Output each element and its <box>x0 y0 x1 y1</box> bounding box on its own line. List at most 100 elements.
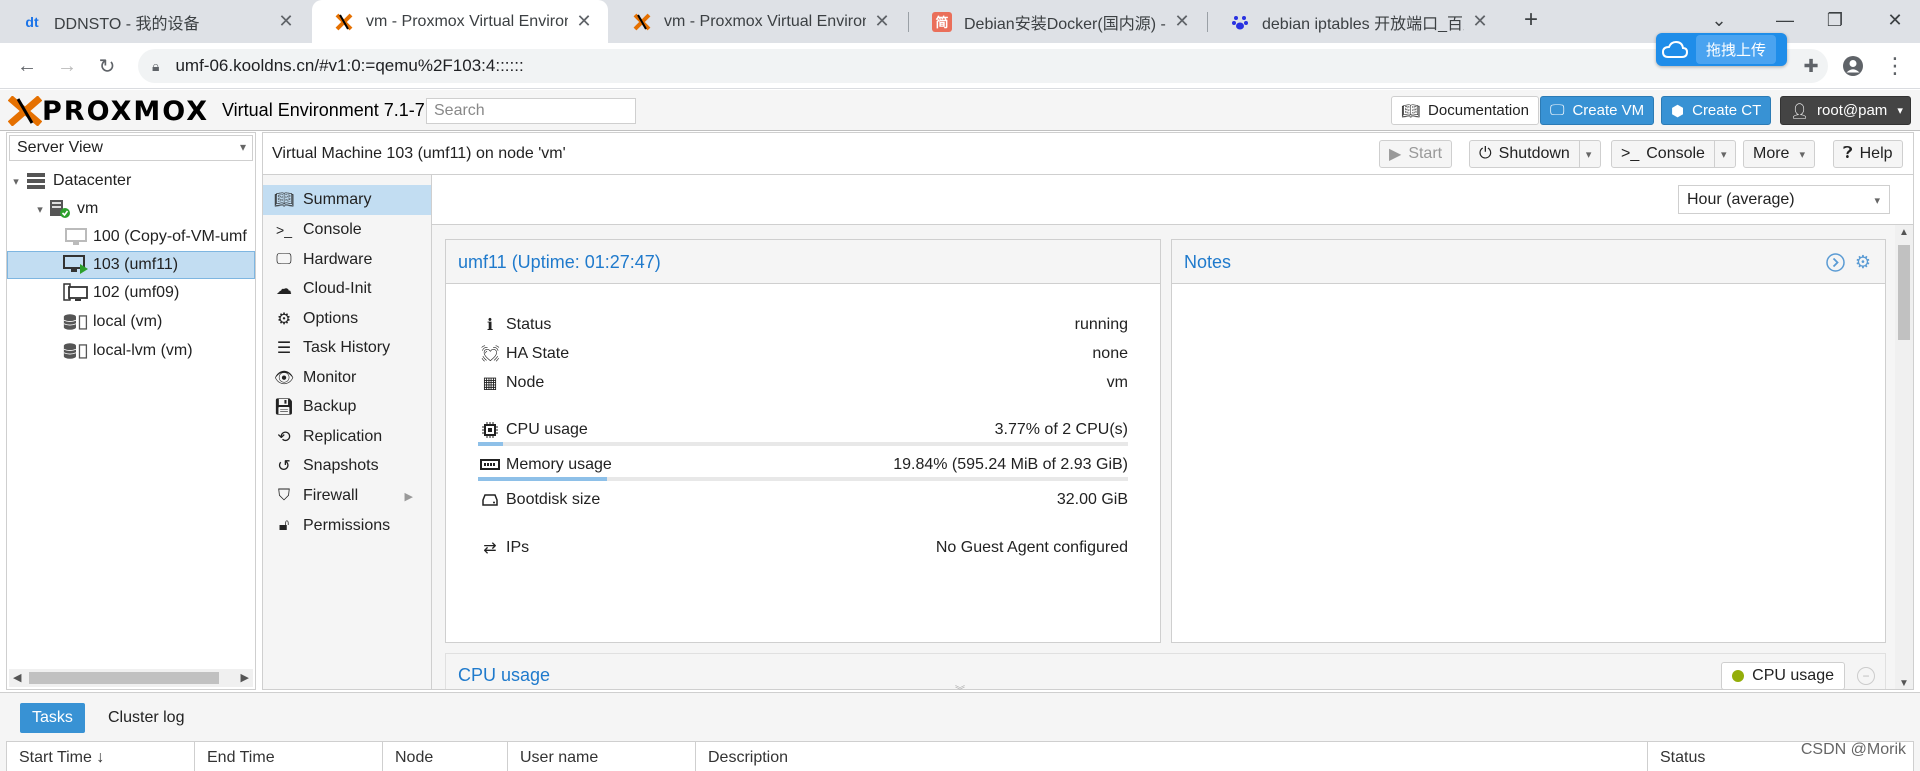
tree-node-vm-102[interactable]: 102 (umf09) <box>7 279 255 307</box>
nav-console[interactable]: >_ Console <box>263 215 431 245</box>
timeframe-bar: Hour (average) ▾ <box>432 175 1913 225</box>
browser-tab-title: vm - Proxmox Virtual Environm <box>664 12 866 30</box>
collapse-minus-icon[interactable]: − <box>1857 667 1875 685</box>
console-button[interactable]: >_ Console ▾ <box>1611 140 1737 168</box>
profile-avatar-icon[interactable] <box>1836 49 1870 83</box>
more-button[interactable]: More ▾ <box>1743 140 1815 168</box>
scroll-up-arrow-icon[interactable]: ▲ <box>1899 227 1909 238</box>
power-icon: ⏻ <box>1479 145 1492 162</box>
expand-arrow-icon[interactable]: ▶ <box>405 490 413 503</box>
nav-options[interactable]: ⚙ Options <box>263 304 431 334</box>
create-vm-button[interactable]: 🖵︎ Create VM <box>1540 96 1655 125</box>
nav-firewall[interactable]: ⛉ Firewall ▶ <box>263 481 431 511</box>
play-icon: ▶ <box>1389 146 1402 163</box>
timeframe-value: Hour (average) <box>1687 190 1795 208</box>
browser-tab-ddnsto[interactable]: dt DDNSTO - 我的设备 ✕ <box>0 0 310 43</box>
browser-tab-jianshu[interactable]: 简 Debian安装Docker(国内源) - 简 ✕ <box>910 0 1206 43</box>
panel-splitter-handle[interactable]: ︾ <box>930 687 990 697</box>
building-icon: ▦ <box>482 375 498 392</box>
nav-hardware[interactable]: 🖵︎ Hardware <box>263 245 431 275</box>
collapse-chevron-icon[interactable]: ▾ <box>33 203 47 216</box>
url-omnibox[interactable]: 🔒︎ umf-06.kooldns.cn/#v1:0:=qemu%2F103:4… <box>138 49 1828 83</box>
column-end-time[interactable]: End Time <box>195 742 383 771</box>
close-window-button[interactable]: ✕ <box>1870 0 1920 40</box>
status-panel: umf11 (Uptime: 01:27:47) ℹ Status runnin… <box>445 239 1161 643</box>
user-menu-button[interactable]: 👤︎ root@pam ▾ <box>1780 96 1911 125</box>
server-view-select[interactable]: Server View ▾ <box>9 135 253 161</box>
scrollbar-thumb[interactable] <box>29 672 219 684</box>
reload-icon[interactable]: ↻ <box>90 49 124 83</box>
column-node[interactable]: Node <box>383 742 508 771</box>
nav-backup[interactable]: 💾︎ Backup <box>263 392 431 422</box>
tree-node-vm-103-selected[interactable]: 103 (umf11) <box>7 251 255 279</box>
collapse-chevron-icon[interactable]: ▾ <box>9 175 23 188</box>
browser-tab-title: vm - Proxmox Virtual Environm <box>366 12 568 30</box>
tasks-grid-header: Start Time ↓ End Time Node User name Des… <box>6 741 1914 771</box>
maximize-window-button[interactable]: ❐ <box>1810 0 1860 40</box>
column-user-name[interactable]: User name <box>508 742 696 771</box>
nav-task-history[interactable]: ☰ Task History <box>263 333 431 363</box>
drag-upload-widget[interactable]: 拖拽上传 <box>1656 33 1787 66</box>
documentation-button[interactable]: 📖︎ Documentation <box>1391 96 1539 125</box>
scroll-left-arrow-icon[interactable]: ◀ <box>13 671 21 684</box>
chevron-down-icon[interactable]: ▾ <box>1713 141 1726 167</box>
column-description[interactable]: Description <box>696 742 1648 771</box>
back-arrow-icon[interactable]: ← <box>10 49 44 83</box>
close-tab-icon[interactable]: ✕ <box>574 11 594 32</box>
create-ct-button[interactable]: ⬢ Create CT <box>1661 96 1772 125</box>
tree-node-storage-local-lvm[interactable]: local-lvm (vm) <box>7 337 255 365</box>
collapse-circle-icon[interactable] <box>1825 252 1845 272</box>
vm-running-monitor-icon <box>63 255 89 275</box>
pve-header-bar: PROXMOX Virtual Environment 7.1-7 📖︎ Doc… <box>0 90 1920 131</box>
forward-arrow-icon[interactable]: → <box>50 49 84 83</box>
new-tab-button[interactable]: + <box>1506 0 1556 40</box>
help-button[interactable]: ❓︎ Help <box>1833 140 1903 168</box>
book-icon: 📖︎ <box>1401 102 1421 120</box>
close-tab-icon[interactable]: ✕ <box>1172 11 1192 32</box>
nav-replication[interactable]: ⟲ Replication <box>263 422 431 452</box>
scroll-right-arrow-icon[interactable]: ▶ <box>241 671 249 684</box>
vm-title: Virtual Machine 103 (umf11) on node 'vm' <box>272 145 566 162</box>
user-icon: 👤︎ <box>1790 102 1810 120</box>
cpu-usage-legend-toggle[interactable]: CPU usage <box>1721 662 1845 689</box>
column-start-time[interactable]: Start Time ↓ <box>7 742 195 771</box>
tab-tasks[interactable]: Tasks <box>20 703 85 733</box>
tree-node-vm-host[interactable]: ▾ vm <box>7 195 255 223</box>
browser-tab-proxmox-active[interactable]: vm - Proxmox Virtual Environm ✕ <box>312 0 608 43</box>
main-vertical-scrollbar[interactable]: ▲ ▼ <box>1895 225 1913 689</box>
nav-summary[interactable]: 📖︎ Summary <box>263 185 431 215</box>
search-input[interactable] <box>426 98 636 124</box>
tree-node-vm-100[interactable]: 100 (Copy-of-VM-umf <box>7 223 255 251</box>
scroll-down-arrow-icon[interactable]: ▼ <box>1899 678 1909 689</box>
chevron-down-icon[interactable]: ▾ <box>1578 141 1591 167</box>
node-label: Node <box>506 374 545 391</box>
browser-tab-title: DDNSTO - 我的设备 <box>54 15 200 33</box>
tree-node-datacenter[interactable]: ▾ Datacenter <box>7 167 255 195</box>
tree-node-storage-local[interactable]: local (vm) <box>7 308 255 336</box>
browser-tab-proxmox[interactable]: vm - Proxmox Virtual Environm ✕ <box>610 0 906 43</box>
proxmox-x-logo-icon <box>8 96 42 126</box>
jianshu-favicon-icon: 简 <box>932 11 952 32</box>
node-value: vm <box>1106 374 1128 391</box>
more-label: More <box>1753 145 1790 162</box>
extensions-puzzle-icon[interactable]: ✚ <box>1794 49 1828 83</box>
tab-cluster-log[interactable]: Cluster log <box>96 703 196 733</box>
nav-monitor[interactable]: 👁︎ Monitor <box>263 363 431 393</box>
gear-icon[interactable]: ⚙ <box>1853 252 1873 272</box>
close-tab-icon[interactable]: ✕ <box>1470 11 1490 32</box>
cube-icon: ⬢ <box>1671 102 1685 120</box>
close-tab-icon[interactable]: ✕ <box>276 11 296 32</box>
documentation-label: Documentation <box>1428 102 1529 119</box>
shutdown-button[interactable]: ⏻ Shutdown ▾ <box>1469 140 1602 168</box>
close-tab-icon[interactable]: ✕ <box>872 11 892 32</box>
start-button[interactable]: ▶ Start <box>1379 140 1453 168</box>
timeframe-select[interactable]: Hour (average) ▾ <box>1678 185 1890 214</box>
nav-snapshots[interactable]: ↺ Snapshots <box>263 451 431 481</box>
nav-permissions[interactable]: 🔓︎ Permissions <box>263 511 431 541</box>
browser-tab-title: Debian安装Docker(国内源) - 简 <box>964 15 1166 33</box>
tree-horizontal-scrollbar[interactable]: ◀ ▶ <box>9 669 253 687</box>
scrollbar-thumb[interactable] <box>1898 245 1910 340</box>
browser-tab-baidu[interactable]: debian iptables 开放端口_百度 ✕ <box>1208 0 1504 43</box>
browser-menu-kebab-icon[interactable]: ⋮ <box>1878 49 1912 83</box>
nav-cloud-init[interactable]: ☁ Cloud-Init <box>263 274 431 304</box>
